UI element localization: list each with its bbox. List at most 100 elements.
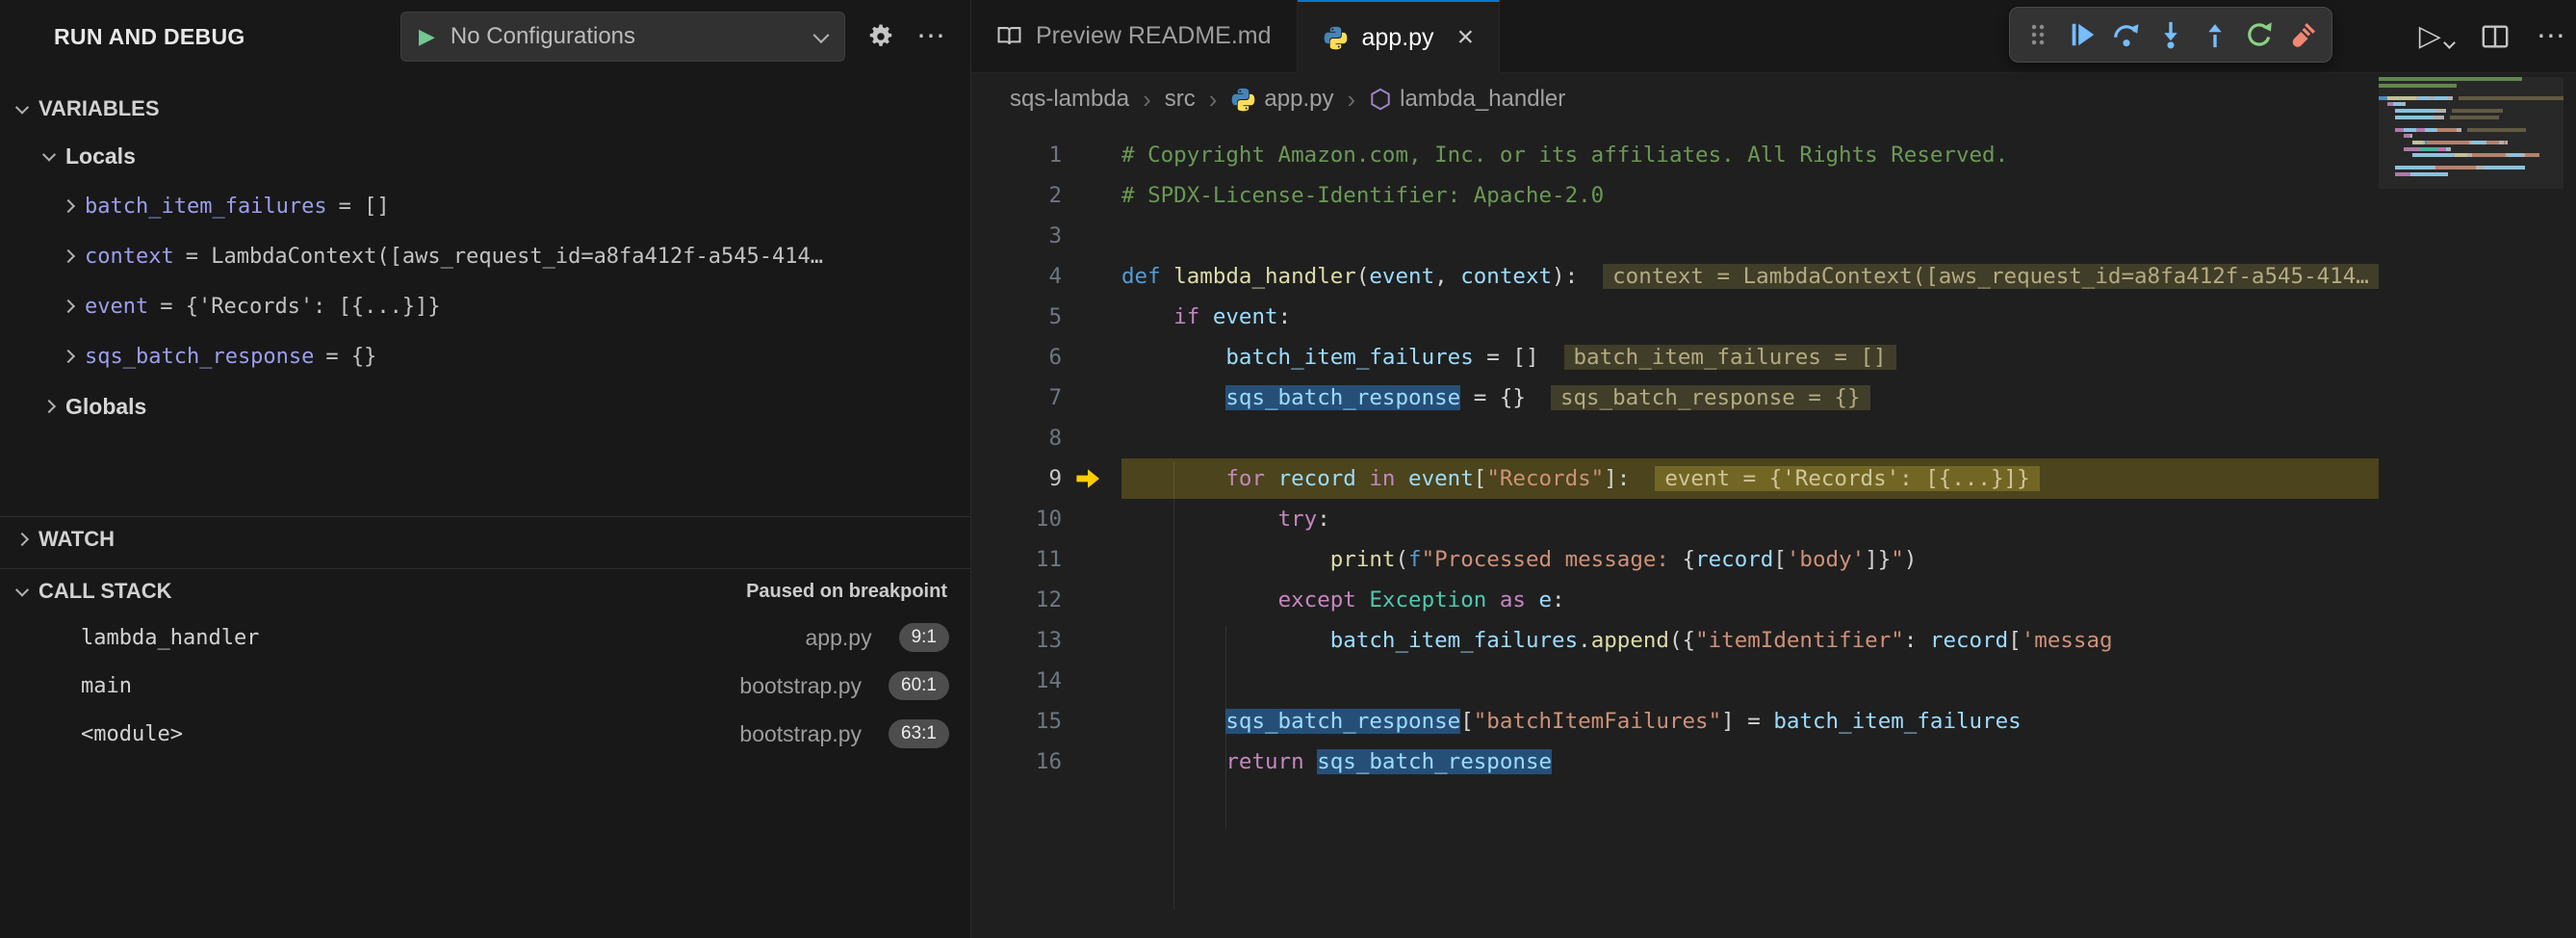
breadcrumb-label: lambda_handler [1400,86,1565,113]
variable-row[interactable]: batch_item_failures= [] [0,181,970,231]
breadcrumb-item-app-py[interactable]: app.py [1230,86,1333,113]
code-text[interactable]: batch_item_failures.append({"itemIdentif… [1121,620,2379,661]
code-text[interactable]: for record in event["Records"]:event = {… [1121,458,2379,499]
code-line-15[interactable]: 15 sqs_batch_response["batchItemFailures… [971,701,2379,742]
breadcrumb-label: sqs-lambda [1010,86,1129,113]
variables-header-label: VARIABLES [39,96,160,121]
code-text[interactable]: print(f"Processed message: {record['body… [1121,539,2379,580]
line-number[interactable]: 13 [971,620,1062,661]
line-number[interactable]: 12 [971,580,1062,620]
chevron-right-icon [42,400,56,413]
watch-section: WATCH [0,516,970,561]
restart-icon[interactable] [2237,13,2281,57]
line-number[interactable]: 15 [971,701,1062,742]
gutter-decoration [1062,175,1121,216]
code-text[interactable]: return sqs_batch_response [1121,742,2379,782]
gutter-decoration [1062,620,1121,661]
code-text[interactable]: # SPDX-License-Identifier: Apache-2.0 [1121,175,2379,216]
line-number[interactable]: 1 [971,135,1062,175]
code-line-7[interactable]: 7 sqs_batch_response = {}sqs_batch_respo… [971,378,2379,418]
code-text[interactable]: batch_item_failures = []batch_item_failu… [1121,337,2379,378]
code-line-4[interactable]: 4 def lambda_handler(event, context):cont… [971,256,2379,297]
code-text[interactable]: sqs_batch_response = {}sqs_batch_respons… [1121,378,2379,418]
step-over-icon[interactable] [2104,13,2149,57]
code-line-14[interactable]: 14 [971,661,2379,701]
code-line-3[interactable]: 3 [971,216,2379,256]
line-number[interactable]: 11 [971,539,1062,580]
chevron-down-icon [2443,37,2456,49]
split-editor-icon[interactable] [2481,22,2510,51]
step-into-icon[interactable] [2149,13,2193,57]
step-out-icon[interactable] [2193,13,2237,57]
code-line-10[interactable]: 10 try: [971,499,2379,539]
line-number[interactable]: 4 [971,256,1062,297]
scope-globals-row[interactable]: Globals [0,381,970,431]
variable-row[interactable]: context= LambdaContext([aws_request_id=a… [0,231,970,281]
code-line-16[interactable]: 16 return sqs_batch_response [971,742,2379,782]
code-line-2[interactable]: 2 # SPDX-License-Identifier: Apache-2.0 [971,175,2379,216]
continue-icon[interactable] [2060,13,2104,57]
line-number[interactable]: 6 [971,337,1062,378]
gear-icon[interactable] [866,22,895,51]
variables-section-header[interactable]: VARIABLES [0,87,970,131]
line-number[interactable]: 3 [971,216,1062,256]
code-text[interactable]: sqs_batch_response["batchItemFailures"] … [1121,701,2379,742]
run-file-button[interactable]: ▷ [2419,22,2454,51]
code-line-1[interactable]: 1 # Copyright Amazon.com, Inc. or its aff… [971,135,2379,175]
variable-row[interactable]: sqs_batch_response= {} [0,331,970,381]
watch-section-header[interactable]: WATCH [0,517,970,561]
gutter-decoration [1062,256,1121,297]
code-line-9[interactable]: 9 for record in event["Records"]:event =… [971,458,2379,499]
code-line-11[interactable]: 11 print(f"Processed message: {record['b… [971,539,2379,580]
breadcrumb-item-sqs-lambda[interactable]: sqs-lambda [1010,86,1129,113]
code-text[interactable] [1121,216,2379,256]
code-text[interactable]: # Copyright Amazon.com, Inc. or its affi… [1121,135,2379,175]
code-text[interactable]: except Exception as e: [1121,580,2379,620]
minimap[interactable] [2379,77,2563,938]
line-number[interactable]: 9 [971,458,1062,499]
line-number[interactable]: 10 [971,499,1062,539]
variable-value: = LambdaContext([aws_request_id=a8fa412f… [186,245,823,269]
call-stack-list: lambda_handlerapp.py9:1mainbootstrap.py6… [0,613,970,758]
line-number[interactable]: 16 [971,742,1062,782]
scope-locals-row[interactable]: Locals [0,131,970,181]
stack-frame-row[interactable]: <module>bootstrap.py63:1 [0,710,970,758]
code-line-12[interactable]: 12 except Exception as e: [971,580,2379,620]
gutter-decoration [1062,499,1121,539]
line-number[interactable]: 14 [971,661,1062,701]
code-text[interactable] [1121,661,2379,701]
stack-frame-row[interactable]: lambda_handlerapp.py9:1 [0,613,970,662]
stack-frame-row[interactable]: mainbootstrap.py60:1 [0,662,970,710]
drag-handle-icon[interactable] [2016,13,2060,57]
tab-label: app.py [1362,24,1434,52]
code-line-5[interactable]: 5 if event: [971,297,2379,337]
breadcrumb-item-src[interactable]: src [1165,86,1196,113]
line-number[interactable]: 7 [971,378,1062,418]
sidebar-header: RUN AND DEBUG ▶ No Configurations ⋯ [0,0,970,73]
tab-preview-readme-md[interactable]: Preview README.md [971,0,1298,72]
call-stack-section-header[interactable]: CALL STACK Paused on breakpoint [0,569,970,613]
code-text[interactable]: if event: [1121,297,2379,337]
line-number[interactable]: 5 [971,297,1062,337]
chevron-down-icon [15,584,29,597]
code-editor[interactable]: 1 # Copyright Amazon.com, Inc. or its aff… [971,125,2576,865]
chevron-right-icon [15,533,29,546]
launch-config-dropdown[interactable]: ▶ No Configurations [400,12,845,62]
more-actions-icon[interactable]: ⋯ [2537,22,2565,51]
tab-app-py[interactable]: app.py × [1298,0,1501,73]
line-number[interactable]: 8 [971,418,1062,458]
code-text[interactable]: def lambda_handler(event, context):conte… [1121,256,2379,297]
code-text[interactable]: try: [1121,499,2379,539]
scope-locals-label: Locals [65,143,136,169]
code-line-6[interactable]: 6 batch_item_failures = []batch_item_fai… [971,337,2379,378]
line-number[interactable]: 2 [971,175,1062,216]
scrollbar[interactable] [2565,73,2576,938]
code-text[interactable] [1121,418,2379,458]
breadcrumb-item-lambda-handler[interactable]: lambda_handler [1369,86,1565,113]
code-line-8[interactable]: 8 [971,418,2379,458]
variable-row[interactable]: event= {'Records': [{...}]} [0,281,970,331]
close-icon[interactable]: × [1457,21,1475,54]
disconnect-icon[interactable] [2281,13,2326,57]
code-line-13[interactable]: 13 batch_item_failures.append({"itemIden… [971,620,2379,661]
more-actions-icon[interactable]: ⋯ [916,22,945,51]
